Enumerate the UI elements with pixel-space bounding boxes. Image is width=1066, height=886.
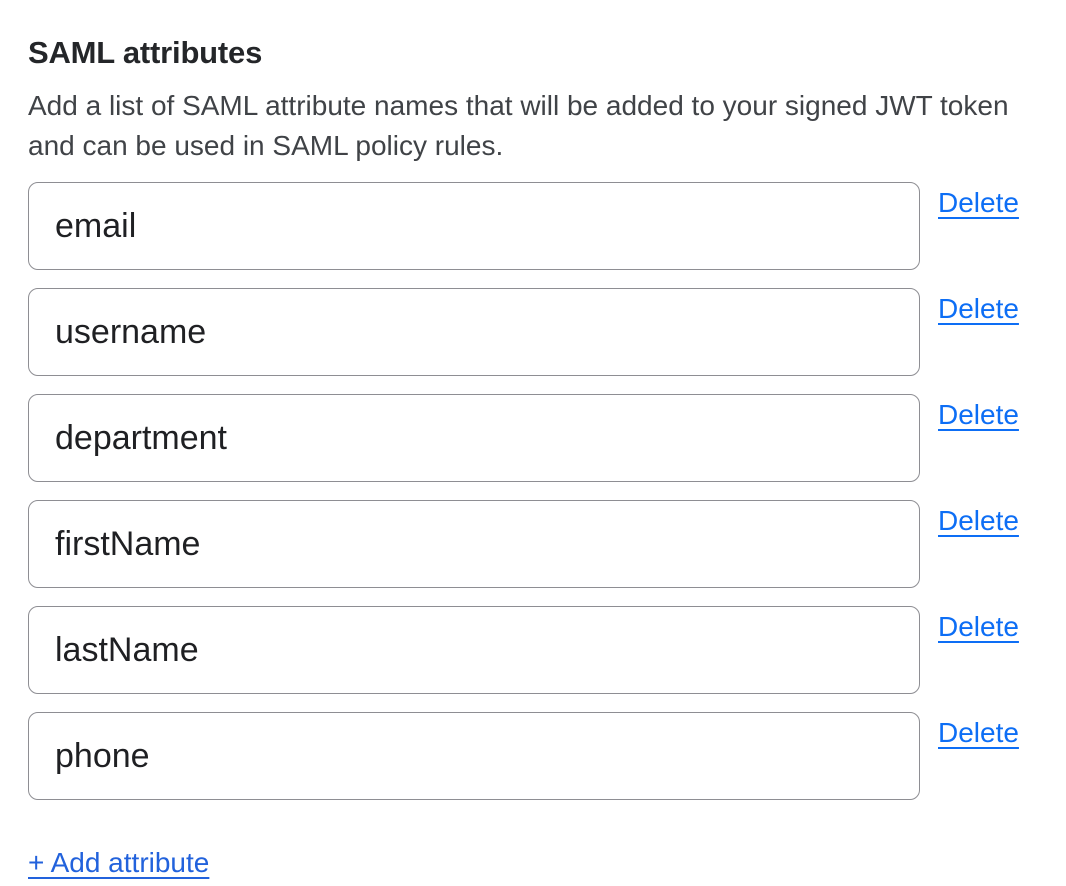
delete-attribute-link[interactable]: Delete	[938, 293, 1019, 325]
attribute-row: Delete	[28, 712, 1038, 800]
attribute-row: Delete	[28, 182, 1038, 270]
delete-attribute-link[interactable]: Delete	[938, 505, 1019, 537]
attribute-input[interactable]	[28, 182, 920, 270]
saml-attributes-section: SAML attributes Add a list of SAML attri…	[0, 0, 1066, 880]
attribute-row: Delete	[28, 500, 1038, 588]
delete-attribute-link[interactable]: Delete	[938, 611, 1019, 643]
attribute-row: Delete	[28, 606, 1038, 694]
description-line-1: Add a list of SAML attribute names that …	[28, 86, 1038, 126]
attribute-input[interactable]	[28, 606, 920, 694]
delete-attribute-link[interactable]: Delete	[938, 187, 1019, 219]
attribute-row: Delete	[28, 394, 1038, 482]
attribute-input[interactable]	[28, 500, 920, 588]
attribute-input[interactable]	[28, 288, 920, 376]
section-title: SAML attributes	[28, 34, 1038, 72]
delete-attribute-link[interactable]: Delete	[938, 399, 1019, 431]
attribute-row: Delete	[28, 288, 1038, 376]
description-line-2: and can be used in SAML policy rules.	[28, 126, 1038, 166]
attribute-input[interactable]	[28, 394, 920, 482]
attribute-list: Delete Delete Delete Delete Delete Delet…	[28, 182, 1038, 800]
attribute-input[interactable]	[28, 712, 920, 800]
section-description: Add a list of SAML attribute names that …	[28, 86, 1038, 166]
add-attribute-link[interactable]: + Add attribute	[28, 846, 209, 880]
delete-attribute-link[interactable]: Delete	[938, 717, 1019, 749]
